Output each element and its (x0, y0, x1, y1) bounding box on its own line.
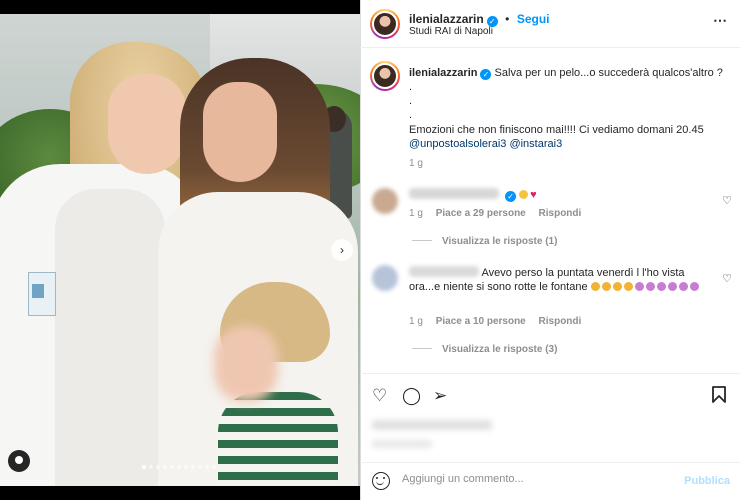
action-bar: ♡ ◯ ➢ (360, 373, 740, 423)
caption-line-1: Salva per un pelo...o succederà qualcos'… (494, 67, 723, 79)
comment-like-icon[interactable]: ♡ (722, 272, 732, 285)
comment-input[interactable] (402, 473, 672, 485)
follow-button[interactable]: Segui (517, 12, 550, 26)
comment-emojis (590, 281, 701, 293)
photo-woman-brunette-face (203, 82, 277, 182)
verified-icon: ✓ (480, 69, 492, 80)
comment-avatar[interactable] (372, 188, 398, 214)
carousel-dot (177, 465, 181, 469)
photo-child-shirt (218, 392, 338, 486)
comment-likes[interactable]: Piace a 29 persone (436, 208, 526, 219)
caption-time: 1 g (409, 158, 423, 169)
replies-line (412, 240, 432, 241)
view-replies-button[interactable]: Visualizza le risposte (3) (412, 344, 557, 355)
comment-bar: Pubblica (360, 462, 740, 500)
caption-dot: . (409, 81, 413, 93)
post-side-panel: ilenialazzarin ✓ • Segui Studi RAI di Nap… (360, 0, 740, 500)
photo-id-badge-picture (32, 284, 44, 298)
save-bookmark-icon[interactable] (712, 386, 726, 408)
photo-child-face-blurred (214, 326, 278, 402)
carousel-dot (156, 465, 160, 469)
comment-avatar[interactable] (372, 265, 398, 291)
header-username[interactable]: ilenialazzarin (409, 12, 484, 26)
comment-like-icon[interactable]: ♡ (722, 194, 732, 207)
separator-dot: • (505, 12, 510, 26)
comment-2: Avevo perso la puntata venerdì l l'ho vi… (409, 266, 704, 294)
post-photo[interactable] (0, 14, 360, 486)
caption-line-2: Emozioni che non finiscono mai!!!! Ci ve… (409, 124, 704, 136)
carousel-dots (142, 465, 216, 469)
replies-line (412, 348, 432, 349)
verified-icon: ✓ (505, 191, 517, 202)
likes-count-blurred (372, 420, 492, 430)
like-heart-icon[interactable]: ♡ (372, 386, 387, 406)
carousel-dot (163, 465, 167, 469)
comment-2-meta: 1 g Piace a 10 persone Rispondi (409, 316, 581, 327)
reply-button[interactable]: Rispondi (539, 208, 582, 219)
comment-bubble-icon[interactable]: ◯ (402, 386, 421, 406)
avatar[interactable] (370, 9, 400, 39)
photo-woman-blonde-face (108, 74, 186, 174)
caption-block: ilenialazzarin ✓ Salva per un pelo...o su… (409, 66, 729, 171)
post-media[interactable]: › (0, 0, 360, 500)
red-heart-emoji-icon: ♥ (530, 189, 537, 201)
comment-username-blurred[interactable] (409, 188, 499, 199)
caption-dot: . (409, 109, 413, 121)
view-replies-label: Visualizza le risposte (1) (442, 236, 558, 247)
carousel-dot (184, 465, 188, 469)
share-paper-plane-icon[interactable]: ➢ (433, 386, 447, 406)
location-link[interactable]: Studi RAI di Napoli (409, 26, 493, 37)
carousel-next-icon[interactable]: › (331, 239, 353, 261)
carousel-dot (212, 465, 216, 469)
comment-1: ✓ ♥ (409, 188, 537, 202)
more-options-icon[interactable]: ⋯ (713, 12, 728, 29)
caption-mentions[interactable]: @unpostoalsolerai3 @instarai3 (409, 137, 729, 151)
photo-woman-shirt (55, 189, 165, 486)
carousel-dot (142, 465, 146, 469)
carousel-dot (191, 465, 195, 469)
post-date-blurred (372, 440, 432, 448)
view-replies-label: Visualizza le risposte (3) (442, 344, 558, 355)
heart-eyes-emoji-icon (519, 190, 529, 199)
panel-divider (360, 0, 361, 500)
post-header: ilenialazzarin ✓ • Segui Studi RAI di Nap… (360, 0, 740, 48)
comment-time: 1 g (409, 316, 423, 327)
carousel-dot (198, 465, 202, 469)
caption-avatar[interactable] (370, 61, 400, 91)
carousel-dot (205, 465, 209, 469)
comment-time: 1 g (409, 208, 423, 219)
comment-username-blurred[interactable] (409, 266, 479, 277)
carousel-dot (170, 465, 174, 469)
reply-button[interactable]: Rispondi (539, 316, 582, 327)
view-replies-button[interactable]: Visualizza le risposte (1) (412, 236, 557, 247)
user-tag-icon[interactable] (8, 450, 30, 472)
carousel-dot (149, 465, 153, 469)
publish-button[interactable]: Pubblica (684, 475, 730, 487)
comment-likes[interactable]: Piace a 10 persone (436, 316, 526, 327)
emoji-smiley-icon[interactable] (372, 472, 390, 490)
comment-1-meta: 1 g Piace a 29 persone Rispondi (409, 208, 581, 219)
caption-dot: . (409, 95, 413, 107)
caption-username[interactable]: ilenialazzarin (409, 67, 477, 79)
